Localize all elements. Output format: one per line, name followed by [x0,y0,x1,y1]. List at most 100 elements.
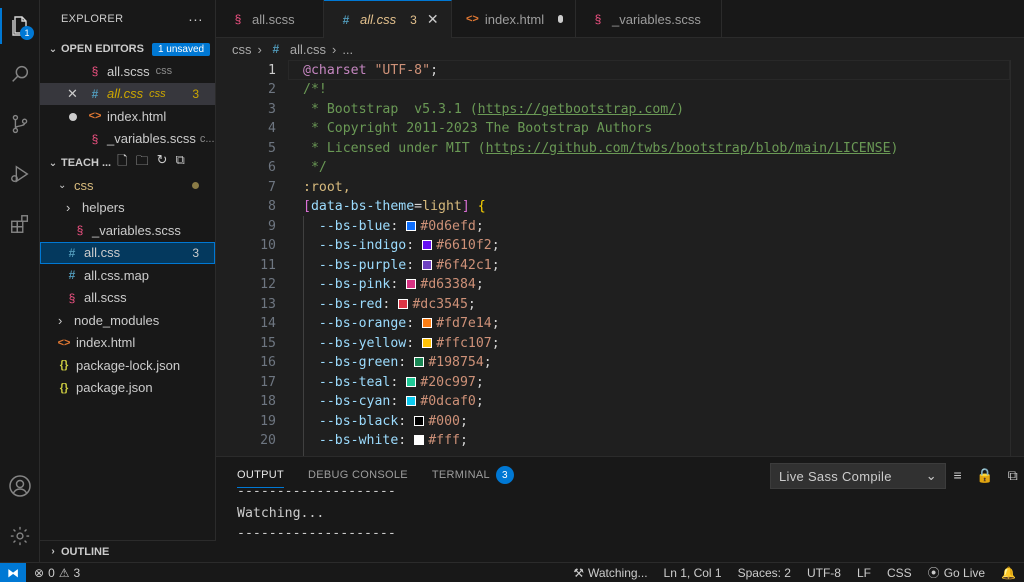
close-icon[interactable]: ✕ [427,11,439,28]
new-folder-icon[interactable]: 🗀 [136,152,149,174]
collapse-all-icon[interactable]: ⧉ [176,152,185,174]
code-line[interactable]: 11 --bs-purple: #6f42c1; [216,256,1024,276]
tab-terminal[interactable]: TERMINAL 3 [432,466,514,484]
tab-index-html[interactable]: <> index.html [452,0,576,38]
breadcrumb-file[interactable]: all.css [290,42,326,57]
notifications-icon[interactable]: 🔔 [993,566,1024,580]
css-property: --bs-yellow [318,335,407,351]
tree-file-all-css-map[interactable]: # all.css.map [40,264,215,287]
code-line[interactable]: 17 --bs-teal: #20c997; [216,373,1024,393]
tab-all-scss[interactable]: § all.scss [216,0,324,38]
language-mode[interactable]: CSS [879,566,920,580]
code-line[interactable]: 4 * Copyright 2011-2023 The Bootstrap Au… [216,119,1024,139]
code-line[interactable]: 18 --bs-cyan: #0dcaf0; [216,392,1024,412]
new-file-icon[interactable]: 🗋 [117,152,127,174]
extensions-icon[interactable] [4,208,36,240]
go-live-button[interactable]: ⦿ Go Live [920,564,993,581]
open-editor-item[interactable]: <> index.html [40,105,215,128]
tree-label: helpers [82,200,125,216]
lock-icon[interactable]: 🔒 [976,467,994,484]
color-swatch[interactable] [414,415,425,426]
code-editor[interactable]: 1 @charset "UTF-8"; 2 /*! 3 * Bootstrap v5.3… [216,60,1024,456]
tree-folder-css[interactable]: ⌄ css [40,174,215,197]
color-swatch[interactable] [406,396,417,407]
outline-header[interactable]: › OUTLINE [40,540,216,562]
tree-label: package-lock.json [76,357,181,373]
code-line[interactable]: 16 --bs-green: #198754; [216,353,1024,373]
tree-file-package[interactable]: {} package.json [40,377,215,400]
tab-all-css[interactable]: # all.css 3 ✕ [324,0,452,38]
account-icon[interactable] [4,470,36,502]
color-swatch[interactable] [422,259,433,270]
unsaved-badge: 1 unsaved [151,42,211,56]
color-swatch[interactable] [406,376,417,387]
color-swatch[interactable] [398,298,409,309]
code-line[interactable]: 1 @charset "UTF-8"; [216,61,1024,81]
workspace-label: TEACH ... [61,157,112,169]
tree-file-all-scss[interactable]: § all.scss [40,287,215,310]
settings-gear-icon[interactable] [4,520,36,552]
files-icon[interactable]: 1 [4,10,36,42]
indentation[interactable]: Spaces: 2 [730,566,799,580]
tree-label: all.css.map [84,267,150,283]
line-source: */ [303,160,327,175]
tree-folder-helpers[interactable]: › helpers [40,197,215,220]
live-sass-status[interactable]: ⚒ Watching... [565,566,655,580]
open-editor-item[interactable]: § _variables.scss c... [40,128,215,151]
color-swatch[interactable] [406,220,417,231]
code-line[interactable]: 8 [data-bs-theme=light] { [216,197,1024,217]
color-swatch[interactable] [406,279,417,290]
code-line[interactable]: 3 * Bootstrap v5.3.1 (https://getbootstr… [216,100,1024,120]
tab-debug-console[interactable]: DEBUG CONSOLE [308,469,408,481]
code-line[interactable]: 13 --bs-red: #dc3545; [216,295,1024,315]
code-line[interactable]: 10 --bs-indigo: #6610f2; [216,236,1024,256]
color-swatch[interactable] [414,435,425,446]
color-swatch[interactable] [422,318,433,329]
close-icon[interactable]: ✕ [67,86,87,102]
code-line[interactable]: 14 --bs-orange: #fd7e14; [216,314,1024,334]
remote-icon[interactable]: ⧓ [0,562,26,582]
unsaved-dot-icon[interactable] [558,15,563,23]
workspace-header[interactable]: ⌄ TEACH ... 🗋 🗀 ↻ ⧉ [40,152,215,174]
tree-file-package-lock[interactable]: {} package-lock.json [40,354,215,377]
open-editors-header[interactable]: ⌄ OPEN EDITORS 1 unsaved [40,38,215,60]
tree-folder-node-modules[interactable]: › node_modules [40,309,215,332]
string-value: "UTF-8" [374,62,431,78]
line-source: --bs-purple: #6f42c1; [318,257,500,273]
clear-output-icon[interactable]: ≡ [953,467,961,484]
code-line[interactable]: 5 * Licensed under MIT (https://github.c… [216,139,1024,159]
minimap[interactable] [1010,60,1024,456]
source-control-icon[interactable] [4,108,36,140]
code-line[interactable]: 9 --bs-blue: #0d6efd; [216,217,1024,237]
code-line[interactable]: 2 /*! [216,80,1024,100]
color-swatch[interactable] [422,337,433,348]
tree-file-all-css[interactable]: # all.css 3 [40,241,215,264]
code-line[interactable]: 7:root, [216,178,1024,198]
chevron-right-icon: › [257,41,262,57]
breadcrumb-symbol[interactable]: ... [342,42,353,57]
run-debug-icon[interactable] [4,158,36,190]
problems-status[interactable]: ⊗ 0 ⚠ 3 [26,566,88,580]
end-of-line[interactable]: LF [849,566,879,580]
cursor-position[interactable]: Ln 1, Col 1 [656,566,730,580]
css-value: #6f42c1 [436,257,492,273]
comment-text: * Licensed under MIT ( [303,140,486,156]
code-line[interactable]: 12 --bs-pink: #d63384; [216,275,1024,295]
tree-file-variables[interactable]: § _variables.scss [40,219,215,242]
tab-variables-scss[interactable]: § _variables.scss [576,0,722,38]
open-editor-item-active[interactable]: ✕ # all.css css 3 [40,82,215,105]
encoding[interactable]: UTF-8 [799,566,849,580]
refresh-icon[interactable]: ↻ [157,152,168,174]
breadcrumb-folder[interactable]: css [232,42,252,57]
tree-file-index[interactable]: <> index.html [40,332,215,355]
color-swatch[interactable] [422,240,433,251]
code-line[interactable]: 20 --bs-white: #fff; [216,431,1024,451]
color-swatch[interactable] [414,357,425,368]
open-editor-item[interactable]: § all.scss css [40,60,215,83]
code-line[interactable]: 6 */ [216,158,1024,178]
code-line[interactable]: 19 --bs-black: #000; [216,412,1024,432]
copy-icon[interactable]: ⧉ [1008,467,1018,484]
search-icon[interactable] [4,58,36,90]
more-actions-icon[interactable]: ··· [188,11,203,27]
code-line[interactable]: 15 --bs-yellow: #ffc107; [216,334,1024,354]
